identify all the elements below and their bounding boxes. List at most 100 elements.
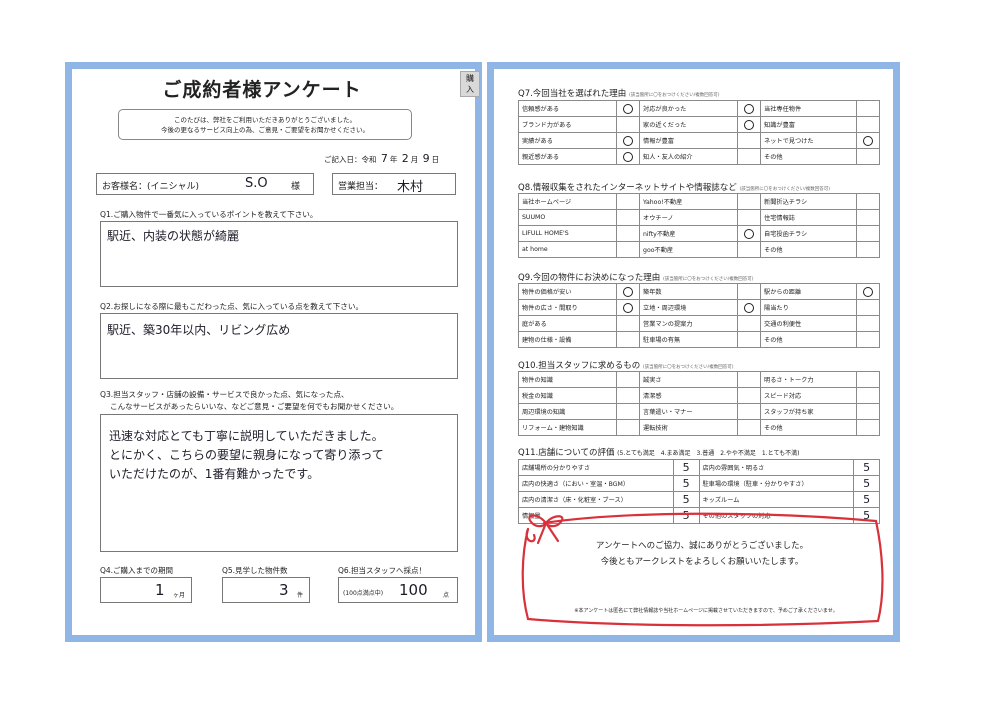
option-mark-cell[interactable] [856, 283, 880, 300]
option-label: 立地・周辺環境 [639, 299, 739, 316]
option-mark-cell[interactable] [616, 225, 641, 242]
option-mark-cell[interactable] [737, 315, 762, 332]
option-mark-cell[interactable] [856, 331, 880, 348]
selected-circle-icon [623, 135, 634, 146]
selected-circle-icon [623, 286, 634, 297]
option-mark-cell[interactable] [616, 132, 641, 149]
option-mark-cell[interactable] [616, 116, 641, 133]
option-mark-cell[interactable] [856, 148, 880, 165]
option-label: 駅からの距離 [760, 283, 858, 300]
option-label: ブランド力がある [517, 116, 618, 133]
table-row: 実績がある 情報が豊富 ネットで見つけた [517, 132, 880, 149]
option-mark-cell[interactable] [737, 299, 762, 316]
q4-text: Q4.ご購入までの期間 [100, 566, 174, 575]
rating-score[interactable]: 5 [672, 491, 700, 508]
option-mark-cell[interactable] [616, 315, 641, 332]
q1-answer: 駅近、内装の状態が綺麗 [107, 229, 240, 243]
option-label: スピード対応 [760, 387, 858, 404]
option-mark-cell[interactable] [737, 241, 762, 258]
option-mark-cell[interactable] [616, 331, 641, 348]
option-mark-cell[interactable] [737, 116, 762, 133]
rating-score[interactable]: 5 [853, 459, 880, 476]
option-label: 運転技術 [639, 419, 739, 436]
option-mark-cell[interactable] [616, 100, 641, 117]
option-mark-cell[interactable] [616, 403, 641, 420]
option-label: リフォーム・建物知識 [517, 419, 618, 436]
q3-answer-box: 迅速な対応とても丁寧に説明していただきました。 とにかく、こちらの要望に親身にな… [100, 414, 458, 552]
rating-score[interactable]: 5 [853, 491, 880, 508]
option-mark-cell[interactable] [856, 241, 880, 258]
option-mark-cell[interactable] [737, 132, 762, 149]
option-mark-cell[interactable] [856, 132, 880, 149]
selected-circle-icon [744, 228, 755, 239]
option-mark-cell[interactable] [737, 331, 762, 348]
option-label: nifty不動産 [639, 225, 739, 242]
customer-initials: S.O [245, 176, 268, 191]
q9-table: 物件の価格が安い 築年数 駅からの距離 物件の広さ・間取り 立地・周辺環境 陽当たり 庭があ… [517, 283, 880, 348]
option-mark-cell[interactable] [616, 419, 641, 436]
option-mark-cell[interactable] [856, 225, 880, 242]
option-label: 当社ホームページ [517, 193, 618, 210]
option-mark-cell[interactable] [856, 371, 880, 388]
option-mark-cell[interactable] [616, 283, 641, 300]
option-mark-cell[interactable] [856, 299, 880, 316]
q4-unit: ヶ月 [173, 592, 186, 599]
option-label: 清潔感 [639, 387, 739, 404]
thanks-ribbon-box: アンケートへのご協力、誠にありがとうございました。 今後ともアークレストをよろし… [514, 509, 890, 629]
option-label: 住宅情報誌 [760, 209, 858, 226]
option-label: SUUMO [517, 209, 618, 226]
selected-circle-icon [744, 119, 755, 130]
option-mark-cell[interactable] [856, 419, 880, 436]
option-label: goo不動産 [639, 241, 739, 258]
option-label: 庭がある [517, 315, 618, 332]
option-mark-cell[interactable] [856, 193, 880, 210]
option-mark-cell[interactable] [856, 387, 880, 404]
option-label: 建物の仕様・設備 [517, 331, 618, 348]
option-mark-cell[interactable] [616, 241, 641, 258]
rating-score[interactable]: 5 [853, 475, 880, 492]
intro-line-2: 今後の更なるサービス向上の為、ご意見・ご要望をお聞かせください。 [161, 126, 369, 134]
rating-score[interactable]: 5 [672, 475, 700, 492]
date-day-label: 日 [431, 155, 440, 164]
q7-table: 信頼感がある 対応が良かった 当社専任物件 ブランド力がある 家の近くだった 知識が豊富実… [517, 100, 880, 165]
option-mark-cell[interactable] [737, 225, 762, 242]
option-mark-cell[interactable] [737, 371, 762, 388]
option-mark-cell[interactable] [856, 100, 880, 117]
option-mark-cell[interactable] [856, 315, 880, 332]
q3-answer-line-1: 迅速な対応とても丁寧に説明していただきました。 [109, 429, 384, 443]
option-mark-cell[interactable] [616, 371, 641, 388]
option-mark-cell[interactable] [616, 193, 641, 210]
option-mark-cell[interactable] [737, 403, 762, 420]
option-mark-cell[interactable] [737, 148, 762, 165]
option-mark-cell[interactable] [737, 283, 762, 300]
date-year-label: 年 [389, 155, 398, 164]
option-mark-cell[interactable] [737, 209, 762, 226]
option-mark-cell[interactable] [737, 387, 762, 404]
option-label: 対応が良かった [639, 100, 739, 117]
q9-title-text: Q9.今回の物件にお決めになった理由 [518, 273, 661, 283]
option-mark-cell[interactable] [856, 116, 880, 133]
option-label: その他 [760, 148, 858, 165]
left-survey-sheet: ご成約者様アンケート 購入 このたびは、弊社をご利用いただきありがとうございまし… [65, 62, 482, 642]
rating-label: 店内の雰囲気・明るさ [698, 459, 855, 476]
option-label: 親近感がある [517, 148, 618, 165]
q7-note: (該当箇所に〇をおつけください/複数回答可) [629, 93, 720, 98]
option-mark-cell[interactable] [737, 419, 762, 436]
q5-answer-box: 3 件 [222, 577, 310, 603]
option-mark-cell[interactable] [616, 299, 641, 316]
q10-title-text: Q10.担当スタッフに求めるもの [518, 361, 641, 371]
table-row: 庭がある 営業マンの提案力 交通の利便性 [517, 315, 880, 332]
option-mark-cell[interactable] [856, 209, 880, 226]
option-mark-cell[interactable] [616, 209, 641, 226]
option-mark-cell[interactable] [737, 100, 762, 117]
rating-label: 店内の快適さ（におい・室温・BGM） [518, 475, 674, 492]
option-mark-cell[interactable] [616, 387, 641, 404]
option-label: 知人・友人の紹介 [639, 148, 739, 165]
option-mark-cell[interactable] [856, 403, 880, 420]
q11-title-text: Q11.店舗についての評価 [518, 448, 615, 458]
q10-note: (該当箇所に〇をおつけください/複数回答可) [642, 365, 734, 370]
option-mark-cell[interactable] [616, 148, 641, 165]
option-mark-cell[interactable] [737, 193, 762, 210]
purchase-tag: 購入 [460, 71, 480, 97]
rating-score[interactable]: 5 [672, 459, 700, 476]
